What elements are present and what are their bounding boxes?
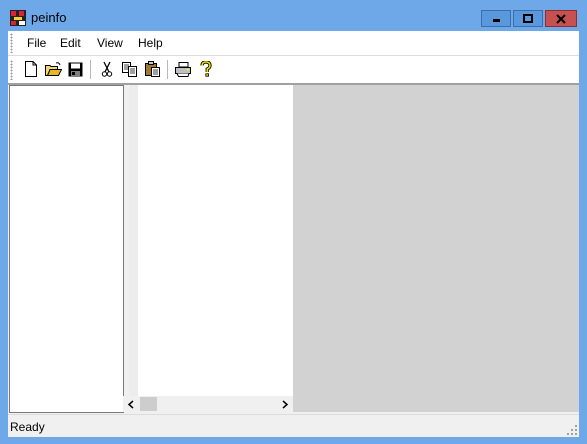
chevron-right-icon: [282, 399, 289, 409]
new-button[interactable]: [22, 60, 40, 78]
toolbar-separator: [167, 60, 169, 79]
scroll-right-button[interactable]: [277, 396, 293, 412]
status-bar: Ready: [8, 414, 579, 437]
menu-edit[interactable]: Edit: [60, 35, 81, 51]
toolbar: [8, 56, 579, 83]
tree-pane[interactable]: [9, 85, 124, 413]
scroll-thumb[interactable]: [140, 397, 157, 411]
app-icon: [10, 10, 26, 26]
close-button[interactable]: [545, 10, 577, 27]
horizontal-scrollbar[interactable]: [123, 396, 293, 412]
cut-icon: [101, 61, 113, 77]
save-button[interactable]: [66, 60, 84, 78]
copy-icon: [122, 61, 137, 77]
close-icon: [556, 13, 566, 24]
menu-file[interactable]: File: [27, 35, 46, 51]
app-window: peinfo File Edit View Help Ready: [0, 0, 587, 444]
paste-button[interactable]: [144, 60, 162, 78]
help-icon: [200, 61, 212, 77]
detail-pane[interactable]: [293, 85, 579, 412]
toolbar-separator: [90, 60, 92, 79]
chevron-left-icon: [127, 399, 134, 409]
menu-help[interactable]: Help: [138, 35, 163, 51]
minimize-button[interactable]: [481, 10, 511, 27]
open-button[interactable]: [44, 60, 62, 78]
list-pane-margin: [129, 85, 138, 396]
pane-splitter[interactable]: [124, 85, 128, 413]
toolbar-grip[interactable]: [10, 60, 13, 80]
scroll-left-button[interactable]: [123, 396, 139, 412]
window-title: peinfo: [31, 10, 67, 25]
copy-button[interactable]: [121, 60, 139, 78]
maximize-button[interactable]: [513, 10, 543, 27]
list-pane[interactable]: [138, 85, 293, 396]
about-button[interactable]: [197, 60, 215, 78]
client-area: File Edit View Help Ready: [8, 31, 579, 437]
menu-bar: File Edit View Help: [8, 31, 579, 56]
save-icon: [68, 62, 82, 76]
print-button[interactable]: [174, 60, 192, 78]
minimize-icon: [492, 19, 500, 22]
menu-view[interactable]: View: [97, 35, 123, 51]
menu-bar-grip[interactable]: [10, 33, 13, 53]
paste-icon: [145, 61, 160, 77]
cut-button[interactable]: [98, 60, 116, 78]
open-icon: [44, 61, 62, 76]
new-icon: [25, 61, 37, 77]
maximize-icon: [523, 14, 533, 23]
status-text: Ready: [10, 420, 45, 434]
resize-grip-icon[interactable]: [567, 425, 578, 436]
title-bar[interactable]: peinfo: [0, 0, 587, 31]
print-icon: [175, 61, 191, 77]
